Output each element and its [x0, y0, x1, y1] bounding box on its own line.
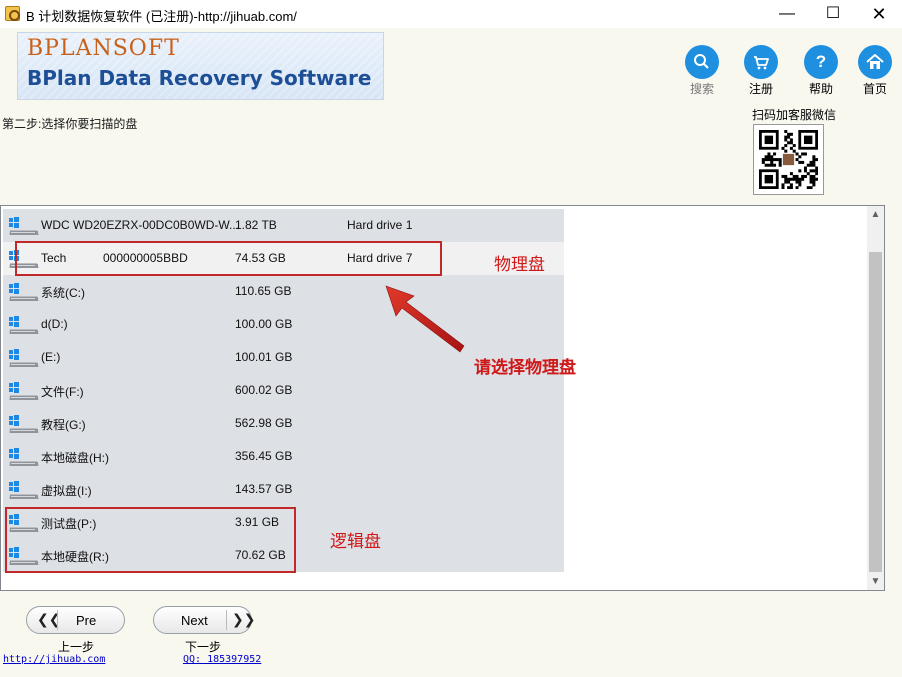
drive-name: 教程(G:) [41, 418, 86, 432]
drive-size: 143.57 GB [235, 482, 293, 496]
wechat-qr-code [753, 124, 824, 195]
window-title: B 计划数据恢复软件 (已注册)-http://jihuab.com/ [26, 9, 297, 24]
app-icon [5, 6, 20, 21]
hard-drive-icon [9, 316, 39, 334]
drive-row[interactable]: 系统(C:) 110.65 GB [3, 275, 564, 308]
drive-row[interactable]: 文件(F:) 600.02 GB [3, 374, 564, 407]
hard-drive-icon [9, 415, 39, 433]
step-instruction: 第二步:选择你要扫描的盘 [2, 117, 138, 131]
qq-contact-link[interactable]: QQ: 185397952 [183, 654, 261, 665]
title-bar: B 计划数据恢复软件 (已注册)-http://jihuab.com/ — ☐ … [0, 0, 902, 28]
product-banner: BPLANSOFT BPlan Data Recovery Software [17, 32, 384, 100]
brand-logo: BPLANSOFT [27, 36, 180, 61]
pre-button-separator [57, 610, 58, 630]
drive-row[interactable]: WDC WD20EZRX-00DC0B0WD-W... 1.82 TB Hard d… [3, 209, 564, 242]
physical-disk-highlight-box [15, 241, 442, 276]
drive-type: Hard drive 1 [347, 218, 413, 232]
drive-size: 110.65 GB [235, 284, 292, 298]
qr-caption: 扫码加客服微信 [752, 108, 837, 122]
home-icon [858, 45, 892, 79]
cart-icon [744, 45, 778, 79]
product-name: BPlan Data Recovery Software [27, 66, 372, 90]
drive-size: 100.01 GB [235, 350, 293, 364]
hard-drive-icon [9, 481, 39, 499]
drive-name: d(D:) [41, 317, 68, 331]
annotation-arrow-icon [385, 285, 465, 353]
drive-size: 100.00 GB [235, 317, 293, 331]
qr-code-image [759, 130, 819, 190]
drive-name: WDC WD20EZRX-00DC0B0WD-W... [41, 218, 240, 232]
search-label: 搜索 [689, 82, 714, 96]
select-physical-disk-annotation: 请选择物理盘 [474, 358, 576, 377]
register-label: 注册 [748, 82, 773, 96]
drive-name: 虚拟盘(I:) [41, 484, 92, 498]
hard-drive-icon [9, 448, 39, 466]
next-button[interactable]: Next ❯❯ [153, 606, 256, 634]
pre-button[interactable]: ❮❮ Pre [26, 606, 125, 634]
pre-button-label: Pre [76, 613, 97, 628]
help-label: 帮助 [808, 82, 833, 96]
hard-drive-icon [9, 382, 39, 400]
search-button[interactable]: 搜索 [682, 45, 722, 97]
drive-row[interactable]: 教程(G:) 562.98 GB [3, 407, 564, 440]
forward-double-arrow-icon: ❯❯ [232, 611, 256, 627]
drive-row[interactable]: 本地磁盘(H:) 356.45 GB [3, 440, 564, 473]
home-label: 首页 [862, 82, 887, 96]
drive-size: 600.02 GB [235, 383, 293, 397]
logical-disk-highlight-box [5, 507, 296, 573]
hard-drive-icon [9, 349, 39, 367]
drive-size: 356.45 GB [235, 449, 293, 463]
drive-name: 文件(F:) [41, 385, 84, 399]
drive-name: (E:) [41, 350, 61, 364]
drive-size: 1.82 TB [235, 218, 277, 232]
hard-drive-icon [9, 217, 39, 235]
website-link[interactable]: http://jihuab.com [3, 654, 105, 665]
drive-row[interactable]: d(D:) 100.00 GB [3, 308, 564, 341]
next-button-separator [226, 610, 227, 630]
drive-row[interactable]: 虚拟盘(I:) 143.57 GB [3, 473, 564, 506]
help-icon: ? [804, 45, 838, 79]
hard-drive-icon [9, 283, 39, 301]
next-button-label: Next [181, 613, 208, 628]
drive-size: 562.98 GB [235, 416, 293, 430]
help-button[interactable]: ? 帮助 [801, 45, 841, 97]
next-step-caption: 下一步 [185, 640, 222, 654]
drive-name: 本地磁盘(H:) [41, 451, 109, 465]
vertical-scrollbar[interactable]: ▲ ▼ [867, 206, 884, 590]
scroll-down-arrow-icon[interactable]: ▼ [867, 573, 884, 590]
register-button[interactable]: 注册 [741, 45, 781, 97]
drive-name: 系统(C:) [41, 286, 85, 300]
minimize-button[interactable]: — [764, 0, 810, 28]
search-icon [685, 45, 719, 79]
scroll-up-arrow-icon[interactable]: ▲ [867, 206, 884, 223]
home-button[interactable]: 首页 [855, 45, 895, 97]
close-button[interactable]: ✕ [856, 0, 902, 28]
maximize-button[interactable]: ☐ [810, 0, 856, 28]
logical-disk-annotation: 逻辑盘 [330, 532, 381, 551]
physical-disk-annotation: 物理盘 [494, 255, 545, 274]
scroll-thumb[interactable] [869, 252, 882, 572]
previous-step-caption: 上一步 [58, 640, 95, 654]
